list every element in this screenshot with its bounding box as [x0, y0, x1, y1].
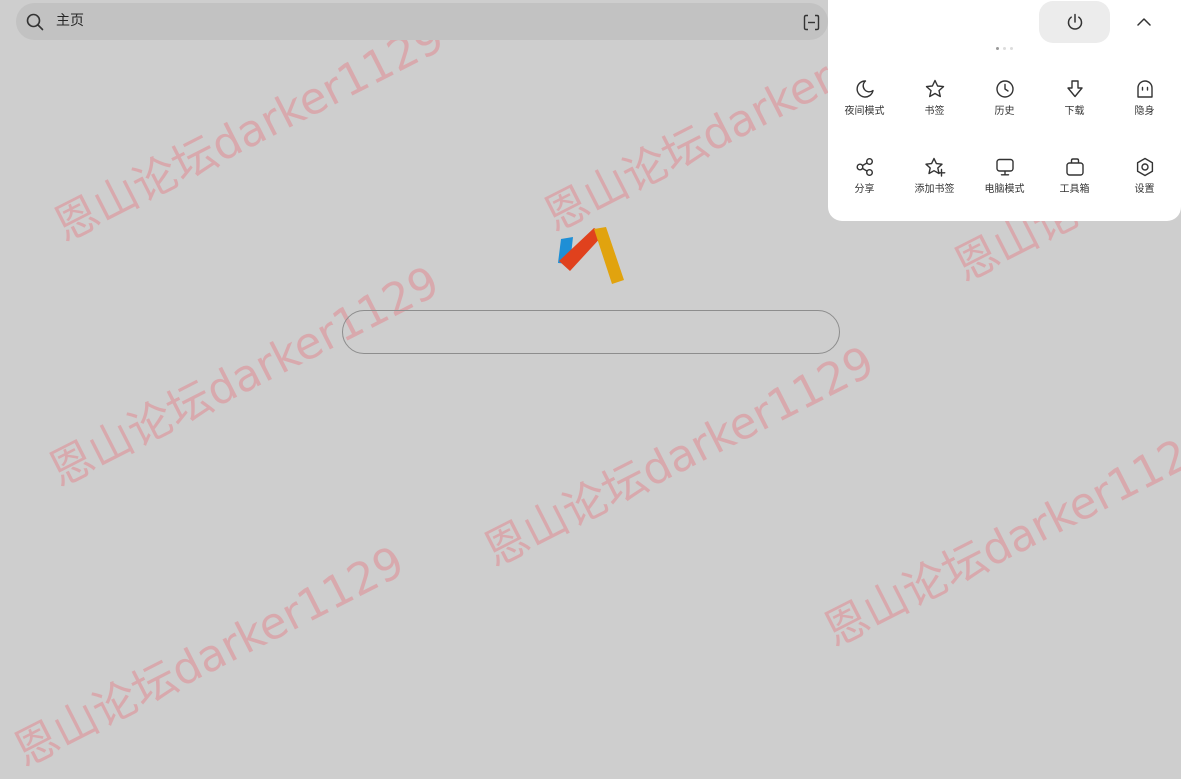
- menu-item-label: 工具箱: [1059, 184, 1090, 195]
- menu-panel: 夜间模式 书签 历史 下载 隐身 分享 添加书签 电脑模式 工具箱 设置: [828, 0, 1181, 221]
- menu-item-label: 分享: [854, 184, 875, 195]
- menu-item-label: 书签: [924, 106, 945, 117]
- menu-item-label: 夜间模式: [844, 106, 885, 117]
- address-bar[interactable]: 主页: [16, 3, 828, 40]
- menu-item-night-mode[interactable]: 夜间模式: [830, 72, 900, 150]
- menu-item-label: 下载: [1064, 106, 1085, 117]
- menu-item-label: 电脑模式: [984, 184, 1025, 195]
- page-dot-active: [995, 47, 999, 50]
- menu-item-settings[interactable]: 设置: [1110, 150, 1180, 228]
- address-text[interactable]: 主页: [56, 13, 84, 30]
- exit-power-button[interactable]: [1039, 1, 1110, 43]
- menu-item-label: 设置: [1134, 184, 1155, 195]
- watermark-text: 恩山论坛darker1129: [40, 256, 448, 498]
- clock-icon: [995, 80, 1014, 98]
- watermark-text: 恩山论坛darker1129: [5, 536, 413, 778]
- menu-item-label: 隐身: [1134, 106, 1155, 117]
- menu-item-share[interactable]: 分享: [830, 150, 900, 228]
- menu-item-desktop-mode[interactable]: 电脑模式: [970, 150, 1040, 228]
- power-icon: [1067, 13, 1082, 30]
- home-search-box[interactable]: [342, 310, 840, 354]
- menu-page-indicator: [994, 47, 1014, 51]
- monitor-icon: [995, 158, 1014, 176]
- menu-item-label: 添加书签: [914, 184, 955, 195]
- page-dot: [1009, 47, 1013, 50]
- star-plus-icon: [924, 157, 945, 177]
- collapse-menu-button[interactable]: [1130, 8, 1158, 36]
- gear-icon: [1136, 157, 1153, 177]
- chevron-up-icon: [1137, 18, 1151, 26]
- menu-item-bookmarks[interactable]: 书签: [900, 72, 970, 150]
- watermark-text: 恩山论坛darker1129: [815, 416, 1181, 658]
- home-search-input[interactable]: [343, 311, 839, 353]
- menu-item-label: 历史: [994, 106, 1015, 117]
- scan-icon[interactable]: [803, 14, 820, 31]
- ghost-icon: [1136, 80, 1153, 98]
- toolbox-icon: [1065, 158, 1084, 176]
- menu-item-history[interactable]: 历史: [970, 72, 1040, 150]
- menu-grid: 夜间模式 书签 历史 下载 隐身 分享 添加书签 电脑模式 工具箱 设置: [828, 72, 1181, 228]
- browser-logo: [558, 227, 624, 284]
- share-icon: [856, 158, 873, 176]
- star-icon: [925, 79, 944, 98]
- watermark-text: 恩山论坛darker1129: [475, 336, 883, 578]
- menu-item-add-bookmark[interactable]: 添加书签: [900, 150, 970, 228]
- menu-item-toolbox[interactable]: 工具箱: [1040, 150, 1110, 228]
- page-dot: [1002, 47, 1006, 50]
- search-icon[interactable]: [25, 12, 45, 32]
- menu-item-incognito[interactable]: 隐身: [1110, 72, 1180, 150]
- moon-icon: [855, 80, 874, 98]
- download-arrow-icon: [1066, 80, 1083, 98]
- menu-item-downloads[interactable]: 下载: [1040, 72, 1110, 150]
